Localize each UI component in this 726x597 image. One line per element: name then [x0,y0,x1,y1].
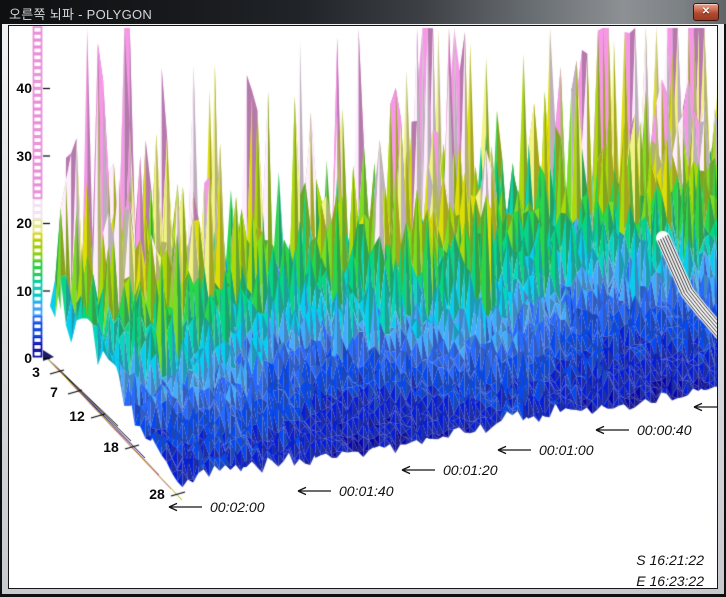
time-tick-clipped [690,401,718,413]
session-end-label: E 16:23:22 [554,573,704,589]
axis-labels-layer: S 16:21:22 E 16:23:22 010203040371218280… [8,25,718,589]
time-tick: 00:01:40 [294,483,394,499]
amplitude-axis-label: 20 [8,215,32,231]
left-arrow-icon [690,401,718,413]
titlebar[interactable]: 오른쪽 뇌파 - POLYGON ✕ [0,0,726,25]
app-window: 오른쪽 뇌파 - POLYGON ✕ S 16:21:22 E 16:23:22… [0,0,726,597]
close-button[interactable]: ✕ [693,3,719,21]
time-tick-label: 00:00:40 [637,422,692,438]
window-frame: S 16:21:22 E 16:23:22 010203040371218280… [0,24,726,597]
time-tick: 00:00:40 [592,422,692,438]
left-arrow-icon [398,464,436,476]
time-tick: 00:01:00 [494,442,594,458]
close-icon: ✕ [702,6,710,17]
window-frame-inner: S 16:21:22 E 16:23:22 010203040371218280… [2,24,724,594]
frequency-axis-label: 7 [37,384,71,400]
left-arrow-icon [592,424,630,436]
time-tick: 00:02:00 [165,499,265,515]
time-tick-label: 00:01:00 [539,442,594,458]
left-arrow-icon [165,501,203,513]
frequency-axis-label: 12 [60,408,94,424]
frequency-axis-label: 3 [19,364,53,380]
amplitude-axis-label: 30 [8,148,32,164]
time-tick-label: 00:02:00 [210,499,265,515]
time-tick-label: 00:01:20 [443,462,498,478]
amplitude-axis-label: 40 [8,80,32,96]
amplitude-axis-label: 10 [8,283,32,299]
left-arrow-icon [294,485,332,497]
window-title: 오른쪽 뇌파 - POLYGON [9,4,152,23]
time-tick: 00:01:20 [398,462,498,478]
left-arrow-icon [494,444,532,456]
frequency-axis-label: 18 [94,439,128,455]
time-tick-label: 00:01:40 [339,483,394,499]
session-start-label: S 16:21:22 [554,552,704,568]
plot-area: S 16:21:22 E 16:23:22 010203040371218280… [8,25,718,589]
